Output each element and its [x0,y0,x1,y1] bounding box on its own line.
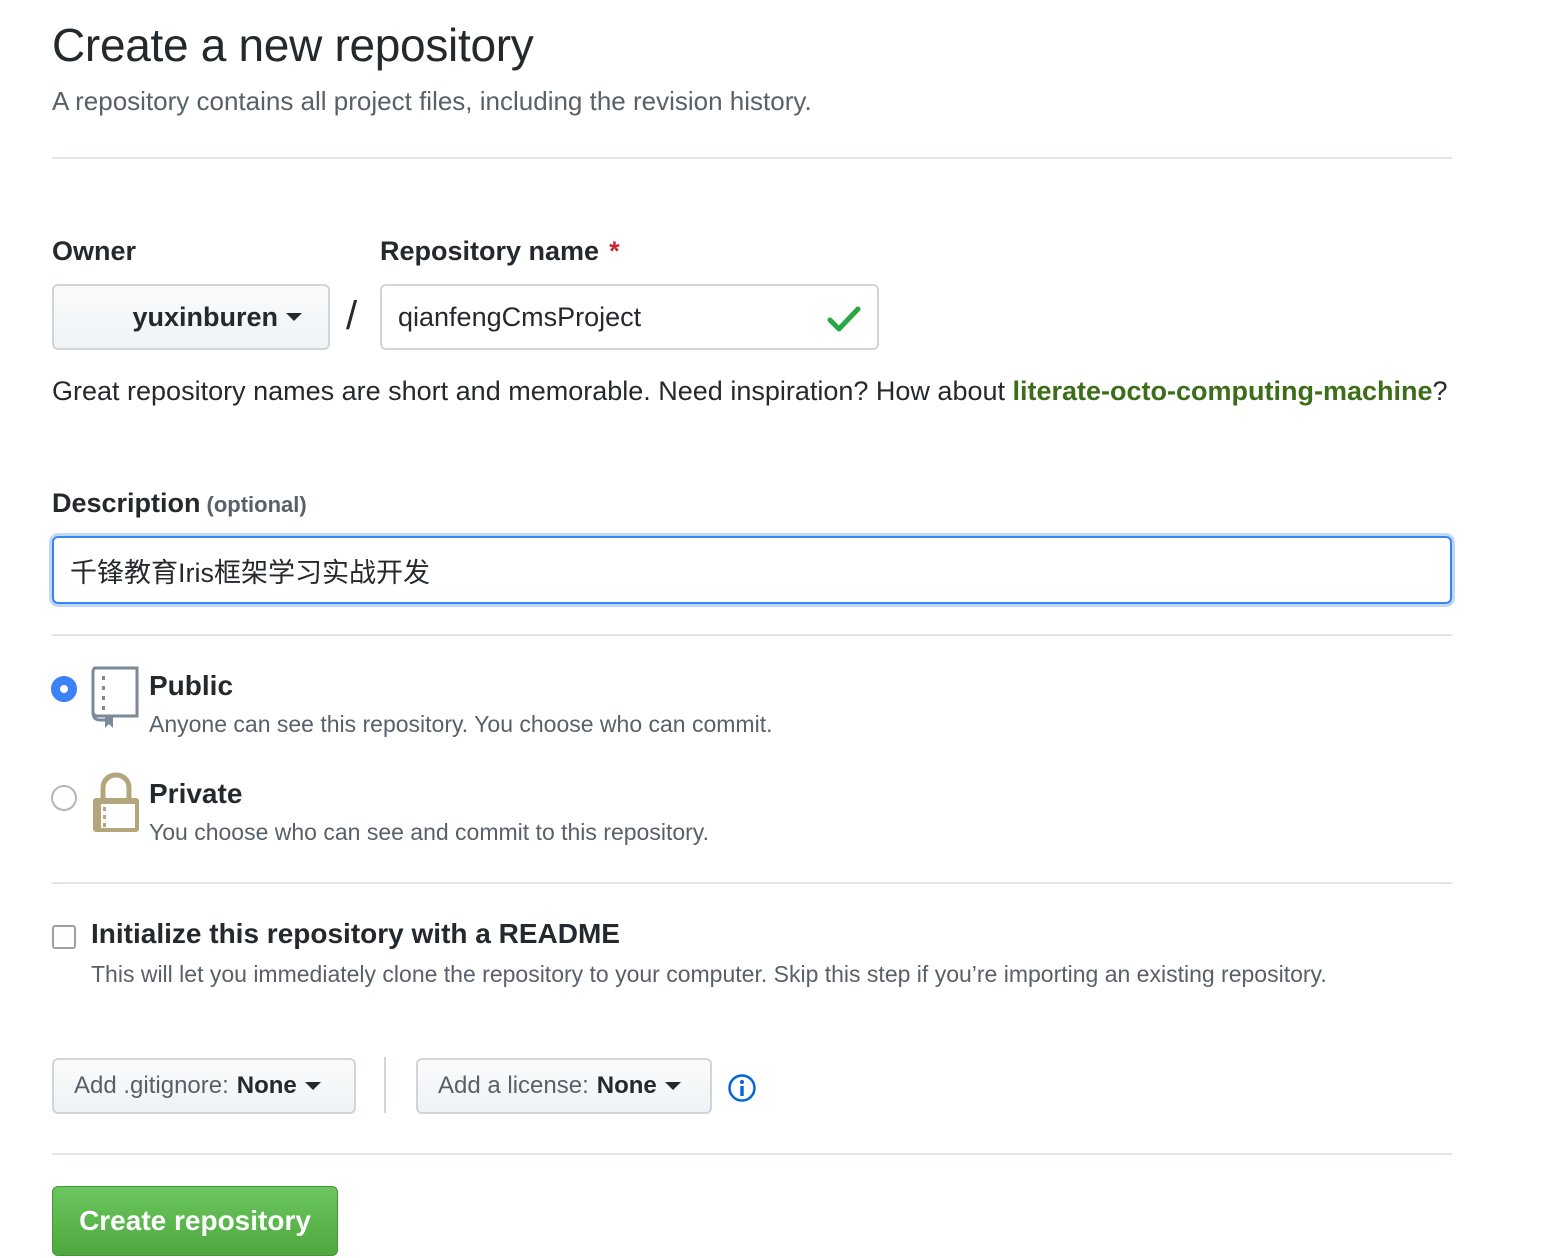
owner-repo-separator: / [346,294,358,338]
repo-name-label: Repository name * [380,236,620,267]
private-title: Private [149,778,243,809]
divider [52,882,1452,884]
gitignore-select[interactable]: Add .gitignore: None [52,1058,356,1114]
description-label-text: Description [52,488,201,518]
public-title: Public [149,670,234,701]
license-select[interactable]: Add a license: None [416,1058,712,1114]
private-radio[interactable] [51,785,77,811]
page-subtitle: A repository contains all project files,… [52,86,812,116]
required-mark: * [609,236,620,266]
chevron-down-icon [286,313,302,321]
name-hint: Great repository names are short and mem… [52,370,1452,412]
optional-note: (optional) [206,492,307,517]
public-desc: Anyone can see this repository. You choo… [149,711,773,737]
lock-icon [91,772,141,841]
owner-label: Owner [52,236,137,266]
page-title: Create a new repository [52,19,534,71]
chevron-down-icon [664,1082,681,1090]
hint-suffix: ? [1432,376,1448,406]
owner-value: yuxinburen [132,301,278,332]
repo-name-label-text: Repository name [380,236,600,266]
repo-book-icon [90,666,140,735]
description-label: Description (optional) [52,488,307,519]
readme-checkbox[interactable] [52,925,76,949]
description-value: 千锋教育Iris框架学习实战开发 [70,557,430,588]
license-label: Add a license: [438,1072,589,1099]
create-repository-button[interactable]: Create repository [52,1186,338,1256]
gitignore-label: Add .gitignore: [74,1072,229,1099]
divider [52,634,1452,636]
chevron-down-icon [304,1082,321,1090]
divider [52,1153,1452,1155]
divider [52,157,1452,159]
public-radio[interactable] [51,676,77,702]
description-input[interactable]: 千锋教育Iris框架学习实战开发 [52,536,1452,604]
owner-select[interactable]: yuxinburen [52,284,330,350]
repo-name-value: qianfengCmsProject [398,301,642,332]
repo-name-input[interactable]: qianfengCmsProject [380,284,879,350]
private-desc: You choose who can see and commit to thi… [149,819,709,845]
gitignore-value: None [236,1072,297,1099]
info-icon[interactable] [727,1073,757,1108]
readme-desc: This will let you immediately clone the … [91,961,1327,987]
hint-text: Great repository names are short and mem… [52,376,1013,406]
readme-title: Initialize this repository with a README [91,918,620,949]
divider [384,1057,386,1113]
license-value: None [596,1072,657,1099]
name-suggestion-link[interactable]: literate-octo-computing-machine [1013,376,1433,406]
check-icon [827,304,861,341]
